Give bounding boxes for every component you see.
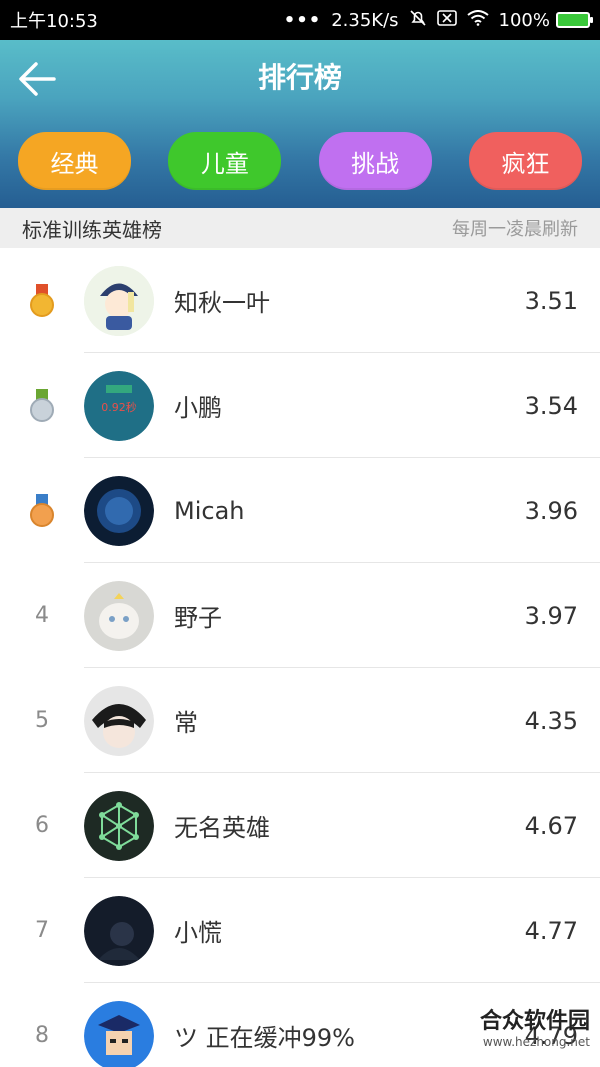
tab-classic[interactable]: 经典: [18, 132, 131, 190]
section-title: 标准训练英雄榜: [22, 217, 162, 242]
battery-icon: [556, 12, 593, 28]
avatar: [84, 790, 154, 861]
battery-indicator: 100%: [498, 9, 593, 31]
battery-percent: 100%: [498, 9, 550, 31]
leaderboard-row[interactable]: 0.92秒 小鹏 3.54: [0, 353, 600, 458]
player-name: 无名英雄: [174, 814, 270, 842]
avatar: [84, 1000, 154, 1067]
leaderboard-row[interactable]: 7 小慌 4.77: [0, 878, 600, 983]
header: 排行榜 经典 儿童 挑战 疯狂: [0, 40, 600, 208]
tab-challenge[interactable]: 挑战: [318, 132, 432, 190]
silver-medal-icon: [30, 388, 54, 422]
leaderboard-row[interactable]: 6 无名英雄 4.67: [0, 773, 600, 878]
tab-kids[interactable]: 儿童: [168, 132, 282, 190]
player-name: 小慌: [174, 919, 222, 947]
mode-tabs: 经典 儿童 挑战 疯狂: [18, 132, 582, 190]
leaderboard-row[interactable]: Micah 3.96: [0, 458, 600, 563]
bronze-medal-icon: [30, 493, 54, 527]
player-name: 知秋一叶: [174, 289, 270, 317]
player-score: 3.97: [524, 601, 578, 630]
status-bar: 上午10:53 ••• 2.35K/s 100%: [0, 0, 600, 40]
rank-cell: [0, 388, 84, 424]
player-name: ツ 正在缓冲99%: [174, 1024, 355, 1052]
player-score: 4.77: [524, 916, 578, 945]
leaderboard-row[interactable]: 5 常 4.35: [0, 668, 600, 773]
player-score: 3.51: [524, 286, 578, 315]
player-score: 3.96: [524, 496, 578, 525]
rank-number: 6: [35, 813, 49, 838]
avatar: [84, 580, 154, 651]
rank-cell: [0, 283, 84, 319]
rank-number: 8: [35, 1023, 49, 1048]
sim-x-icon: [436, 9, 457, 31]
status-time: 上午10:53: [10, 11, 98, 32]
page-title: 排行榜: [257, 61, 342, 94]
leaderboard-row[interactable]: 知秋一叶 3.51: [0, 248, 600, 353]
rank-cell: [0, 493, 84, 529]
status-icons: ••• 2.35K/s 100%: [283, 9, 593, 32]
mute-bell-icon: [409, 9, 427, 32]
watermark-text: 合众软件园: [479, 1009, 590, 1034]
refresh-note: 每周一凌晨刷新: [452, 219, 578, 240]
player-name: Micah: [174, 496, 245, 525]
wifi-icon: [466, 9, 489, 31]
tab-crazy[interactable]: 疯狂: [468, 132, 582, 190]
rank-number: 5: [35, 708, 49, 733]
network-speed: 2.35K/s: [331, 9, 399, 31]
section-header: 标准训练英雄榜 每周一凌晨刷新: [0, 208, 600, 248]
more-dots-icon: •••: [283, 9, 322, 31]
player-name: 野子: [174, 604, 222, 632]
player-score: 3.54: [524, 391, 578, 420]
gold-medal-icon: [30, 283, 54, 317]
leaderboard-list: 知秋一叶 3.51 0.92秒 小鹏 3.54 Micah 3.96 4 野子 …: [0, 248, 600, 1067]
player-name: 常: [174, 709, 198, 737]
svg-text:0.92秒: 0.92秒: [101, 400, 137, 414]
avatar: [84, 685, 154, 756]
avatar: [84, 265, 154, 336]
avatar: [84, 475, 154, 546]
watermark: 合众软件园 www.hezhong.net: [480, 1003, 590, 1049]
player-name: 小鹏: [174, 394, 222, 422]
rank-number: 7: [35, 918, 49, 943]
rank-number: 4: [35, 603, 49, 628]
player-score: 4.35: [524, 706, 578, 735]
avatar: [84, 895, 154, 966]
avatar: 0.92秒: [84, 370, 154, 441]
watermark-url: www.hezhong.net: [482, 1035, 590, 1049]
leaderboard-row[interactable]: 4 野子 3.97: [0, 563, 600, 668]
player-score: 4.67: [524, 811, 578, 840]
